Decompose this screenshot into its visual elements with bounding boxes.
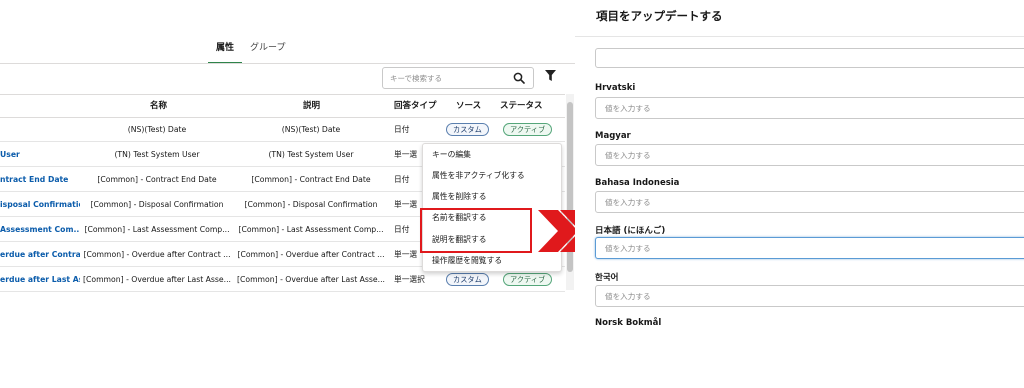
column-header-status[interactable]: ステータス — [500, 95, 543, 117]
row-name-link[interactable]: ntract End Date — [0, 168, 80, 191]
row-name-link[interactable]: Assessment Com... — [0, 218, 80, 241]
tab-bar: 属性 グループ — [208, 38, 293, 64]
row-label: [Common] - Last Assessment Comp... — [84, 225, 230, 234]
row-label: [Common] - Disposal Confirmation — [90, 200, 224, 209]
row-name-link[interactable]: User — [0, 143, 80, 166]
update-item-panel: 項目をアップデートする Hrvatski Magyar Bahasa Indon… — [575, 0, 1024, 330]
table-row[interactable]: (NS)(Test) Date (NS)(Test) Date 日付 カスタム … — [0, 118, 565, 142]
column-header-source[interactable]: ソース — [456, 95, 481, 117]
row-description: (NS)(Test) Date — [281, 125, 341, 134]
field-label-korean: 한국어 — [595, 273, 619, 283]
attribute-list-panel: 属性 グループ 名称 説明 回答タイプ ソース ステータス (NS)(Test)… — [0, 0, 575, 300]
status-badge: アクティブ — [503, 123, 553, 136]
row-name-link[interactable]: erdue after Contrac... — [0, 243, 80, 266]
tab-divider — [0, 63, 575, 64]
row-status: アクティブ — [503, 118, 557, 141]
column-header-type[interactable]: 回答タイプ — [394, 95, 437, 117]
row-label: [Common] - Contract End Date — [97, 175, 217, 184]
field-label-hungarian: Magyar — [595, 131, 631, 141]
panel-title: 項目をアップデートする — [596, 9, 723, 23]
search-box[interactable] — [382, 67, 534, 89]
translation-input-japanese[interactable] — [595, 237, 1024, 259]
field-label-norwegian: Norsk Bokmål — [595, 318, 662, 328]
menu-item-deactivate[interactable]: 属性を非アクティブ化する — [432, 170, 525, 182]
row-description: [Common] - Overdue after Last Asse... — [237, 275, 385, 284]
row-source: カスタム — [446, 118, 492, 141]
menu-item-edit-key[interactable]: キーの編集 — [432, 149, 471, 161]
row-description: [Common] - Contract End Date — [251, 175, 371, 184]
field-label-croatian: Hrvatski — [595, 83, 636, 93]
translation-input-hungarian[interactable] — [595, 144, 1024, 166]
row-name-link[interactable]: isposal Confirmation — [0, 193, 80, 216]
status-badge: アクティブ — [503, 273, 553, 286]
row-description: (TN) Test System User — [268, 150, 354, 159]
source-badge: カスタム — [446, 273, 489, 286]
filter-icon[interactable] — [545, 70, 556, 82]
translation-input-korean[interactable] — [595, 285, 1024, 307]
search-icon[interactable] — [513, 72, 525, 84]
search-input[interactable] — [390, 68, 510, 88]
table-header: 名称 説明 回答タイプ ソース ステータス — [0, 94, 565, 118]
table-scrollbar[interactable] — [566, 94, 574, 290]
field-label-japanese: 日本語 (にほんご) — [595, 226, 666, 236]
highlight-frame — [420, 208, 532, 253]
panel-divider — [575, 36, 1024, 37]
row-label: (NS)(Test) Date — [127, 125, 187, 134]
row-type: 日付 — [394, 125, 410, 134]
row-label: [Common] - Overdue after Contract ... — [83, 250, 231, 259]
menu-item-delete[interactable]: 属性を削除する — [432, 191, 487, 203]
translation-input-croatian[interactable] — [595, 97, 1024, 119]
row-description: [Common] - Overdue after Contract ... — [237, 250, 385, 259]
row-description: [Common] - Disposal Confirmation — [244, 200, 378, 209]
translation-input-previous[interactable] — [595, 48, 1024, 68]
column-header-label[interactable]: 名称 — [150, 95, 167, 117]
row-description: [Common] - Last Assessment Comp... — [238, 225, 384, 234]
column-header-description[interactable]: 説明 — [303, 95, 320, 117]
tab-attributes[interactable]: 属性 — [208, 38, 243, 64]
translation-input-indonesian[interactable] — [595, 191, 1024, 213]
tab-groups[interactable]: グループ — [242, 38, 293, 64]
row-label: [Common] - Overdue after Last Asse... — [83, 275, 231, 284]
field-label-indonesian: Bahasa Indonesia — [595, 178, 680, 188]
row-label: (TN) Test System User — [114, 150, 200, 159]
source-badge: カスタム — [446, 123, 489, 136]
row-name-link[interactable]: erdue after Last As... — [0, 268, 80, 291]
menu-item-view-history[interactable]: 操作履歴を閲覧する — [432, 255, 502, 267]
